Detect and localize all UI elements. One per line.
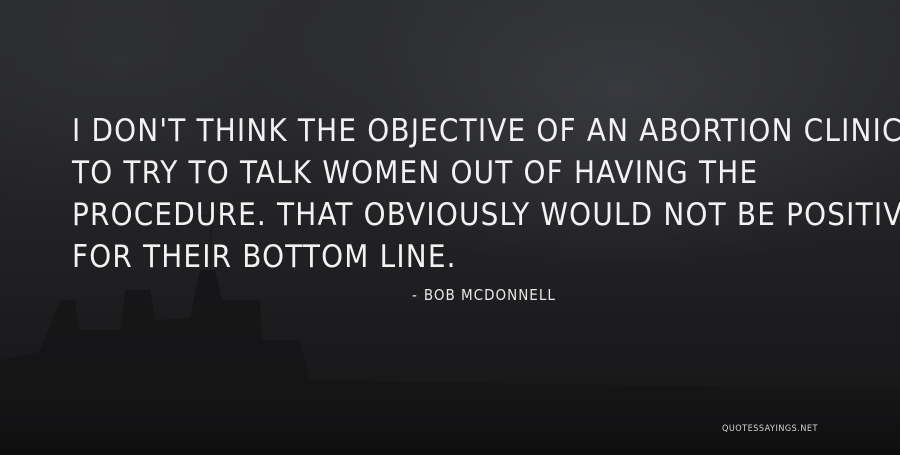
quote-line-2: TO TRY TO TALK WOMEN OUT OF HAVING THE (72, 155, 759, 191)
author-dash: - (412, 286, 418, 304)
quote-line-4: FOR THEIR BOTTOM LINE. (72, 239, 457, 275)
author-name: BOB MCDONNELL (423, 286, 556, 304)
quote-card: I DON'T THINK THE OBJECTIVE OF AN ABORTI… (0, 0, 900, 455)
quote-text: I DON'T THINK THE OBJECTIVE OF AN ABORTI… (72, 110, 900, 278)
quote-line-3: PROCEDURE. THAT OBVIOUSLY WOULD NOT BE P… (72, 197, 900, 233)
site-watermark: QUOTESSAYINGS.NET (721, 424, 818, 434)
quote-author: - BOB MCDONNELL (412, 286, 556, 304)
quote-line-1: I DON'T THINK THE OBJECTIVE OF AN ABORTI… (72, 113, 900, 149)
